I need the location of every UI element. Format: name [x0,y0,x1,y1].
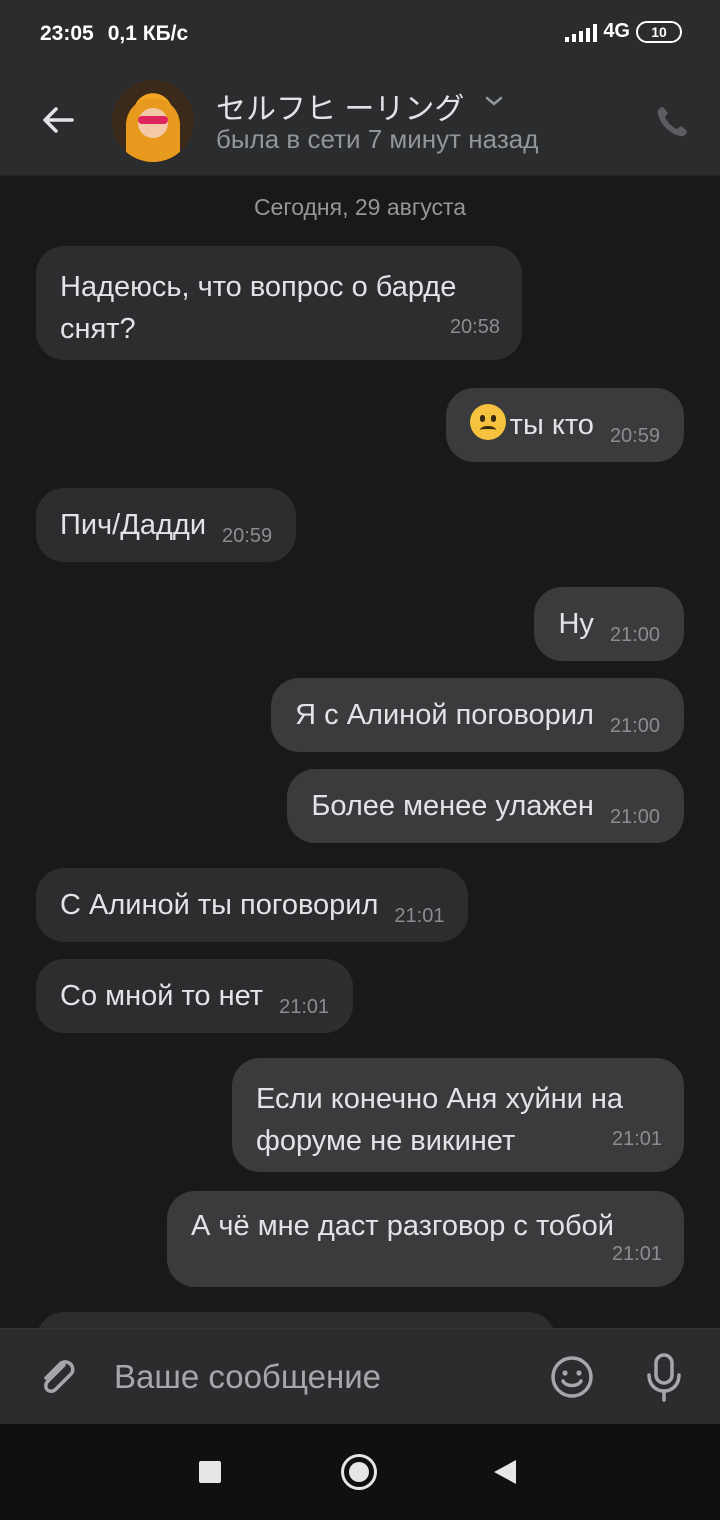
recent-apps-icon[interactable] [199,1461,221,1483]
contact-status: была в сети 7 минут назад [216,124,539,154]
message-time: 20:58 [449,316,500,338]
message-text: Пич/Дадди [60,509,207,541]
message-time: 21:01 [611,1128,662,1150]
battery-level: 10 [651,23,667,40]
message-composer [0,1328,720,1424]
message-bubble-incoming[interactable]: Со мной то нет 21:01 [36,959,354,1033]
system-back-icon[interactable] [494,1460,516,1484]
message-text: Если конечно Аня хуйни на форуме не вики… [256,1083,624,1157]
message-text: Более менее улажен [311,790,594,822]
message-bubble-outgoing[interactable]: А чё мне даст разговор с тобой 21:01 [167,1191,684,1287]
message-bubble-outgoing[interactable]: Если конечно Аня хуйни на форуме не вики… [232,1058,684,1172]
sad-face-emoji-icon [469,404,506,440]
message-text: Со мной то нет [60,980,264,1012]
message-text: Надеюсь, что вопрос о барде снят? [60,271,457,345]
microphone-icon[interactable] [640,1351,688,1403]
battery-icon: 10 [636,20,682,43]
home-icon[interactable] [341,1454,377,1490]
avatar[interactable] [112,80,194,162]
signal-icon [565,22,598,42]
back-arrow-icon[interactable] [38,100,78,140]
message-time: 21:01 [279,996,330,1018]
message-time: 21:00 [609,624,660,646]
chevron-down-icon[interactable] [484,94,504,108]
message-bubble-incoming[interactable]: Надеюсь, что вопрос о барде снят? 20:58 [36,246,522,360]
message-time: 21:01 [394,905,445,927]
chat-screen: 23:05 0,1 КБ/с 4G 10 セルフヒ ーリング была в се… [0,0,720,1520]
status-time: 23:05 [40,22,94,45]
paperclip-icon[interactable] [34,1353,82,1401]
phone-icon[interactable] [652,102,692,142]
message-time: 20:59 [609,425,660,447]
message-text: Ну [558,608,594,640]
status-bar: 23:05 0,1 КБ/с 4G 10 [0,0,720,68]
message-time: 20:59 [222,525,273,547]
message-bubble-incoming[interactable]: Пич/Дадди 20:59 [36,488,297,562]
message-bubble-outgoing[interactable]: Более менее улажен 21:00 [287,769,684,843]
message-text: Я с Алиной поговорил [295,699,594,731]
message-bubble-outgoing[interactable]: Ну 21:00 [534,587,684,661]
message-bubble-outgoing[interactable]: Я с Алиной поговорил 21:00 [271,678,684,752]
chat-header: セルフヒ ーリング была в сети 7 минут назад [0,68,720,176]
message-bubble-incoming[interactable]: С Алиной ты поговорил 21:01 [36,868,469,942]
message-text: А чё мне даст разговор с тобой [191,1210,614,1242]
system-nav-bar [0,1424,720,1520]
contact-name[interactable]: セルフヒ ーリング [216,84,464,128]
message-bubble-outgoing[interactable]: ты кто 20:59 [445,388,684,462]
status-speed: 0,1 КБ/с [107,22,189,45]
message-time: 21:00 [609,806,660,828]
status-indicators: 4G 10 [565,20,682,43]
smile-icon[interactable] [548,1353,596,1401]
date-separator: Сегодня, 29 августа [253,194,467,220]
network-type: 4G [603,20,630,42]
message-text: С Алиной ты поговорил [60,889,379,921]
message-text: ты кто [509,409,594,441]
message-input[interactable] [114,1351,514,1403]
message-time: 21:00 [609,715,660,737]
message-time: 21:01 [611,1243,662,1265]
